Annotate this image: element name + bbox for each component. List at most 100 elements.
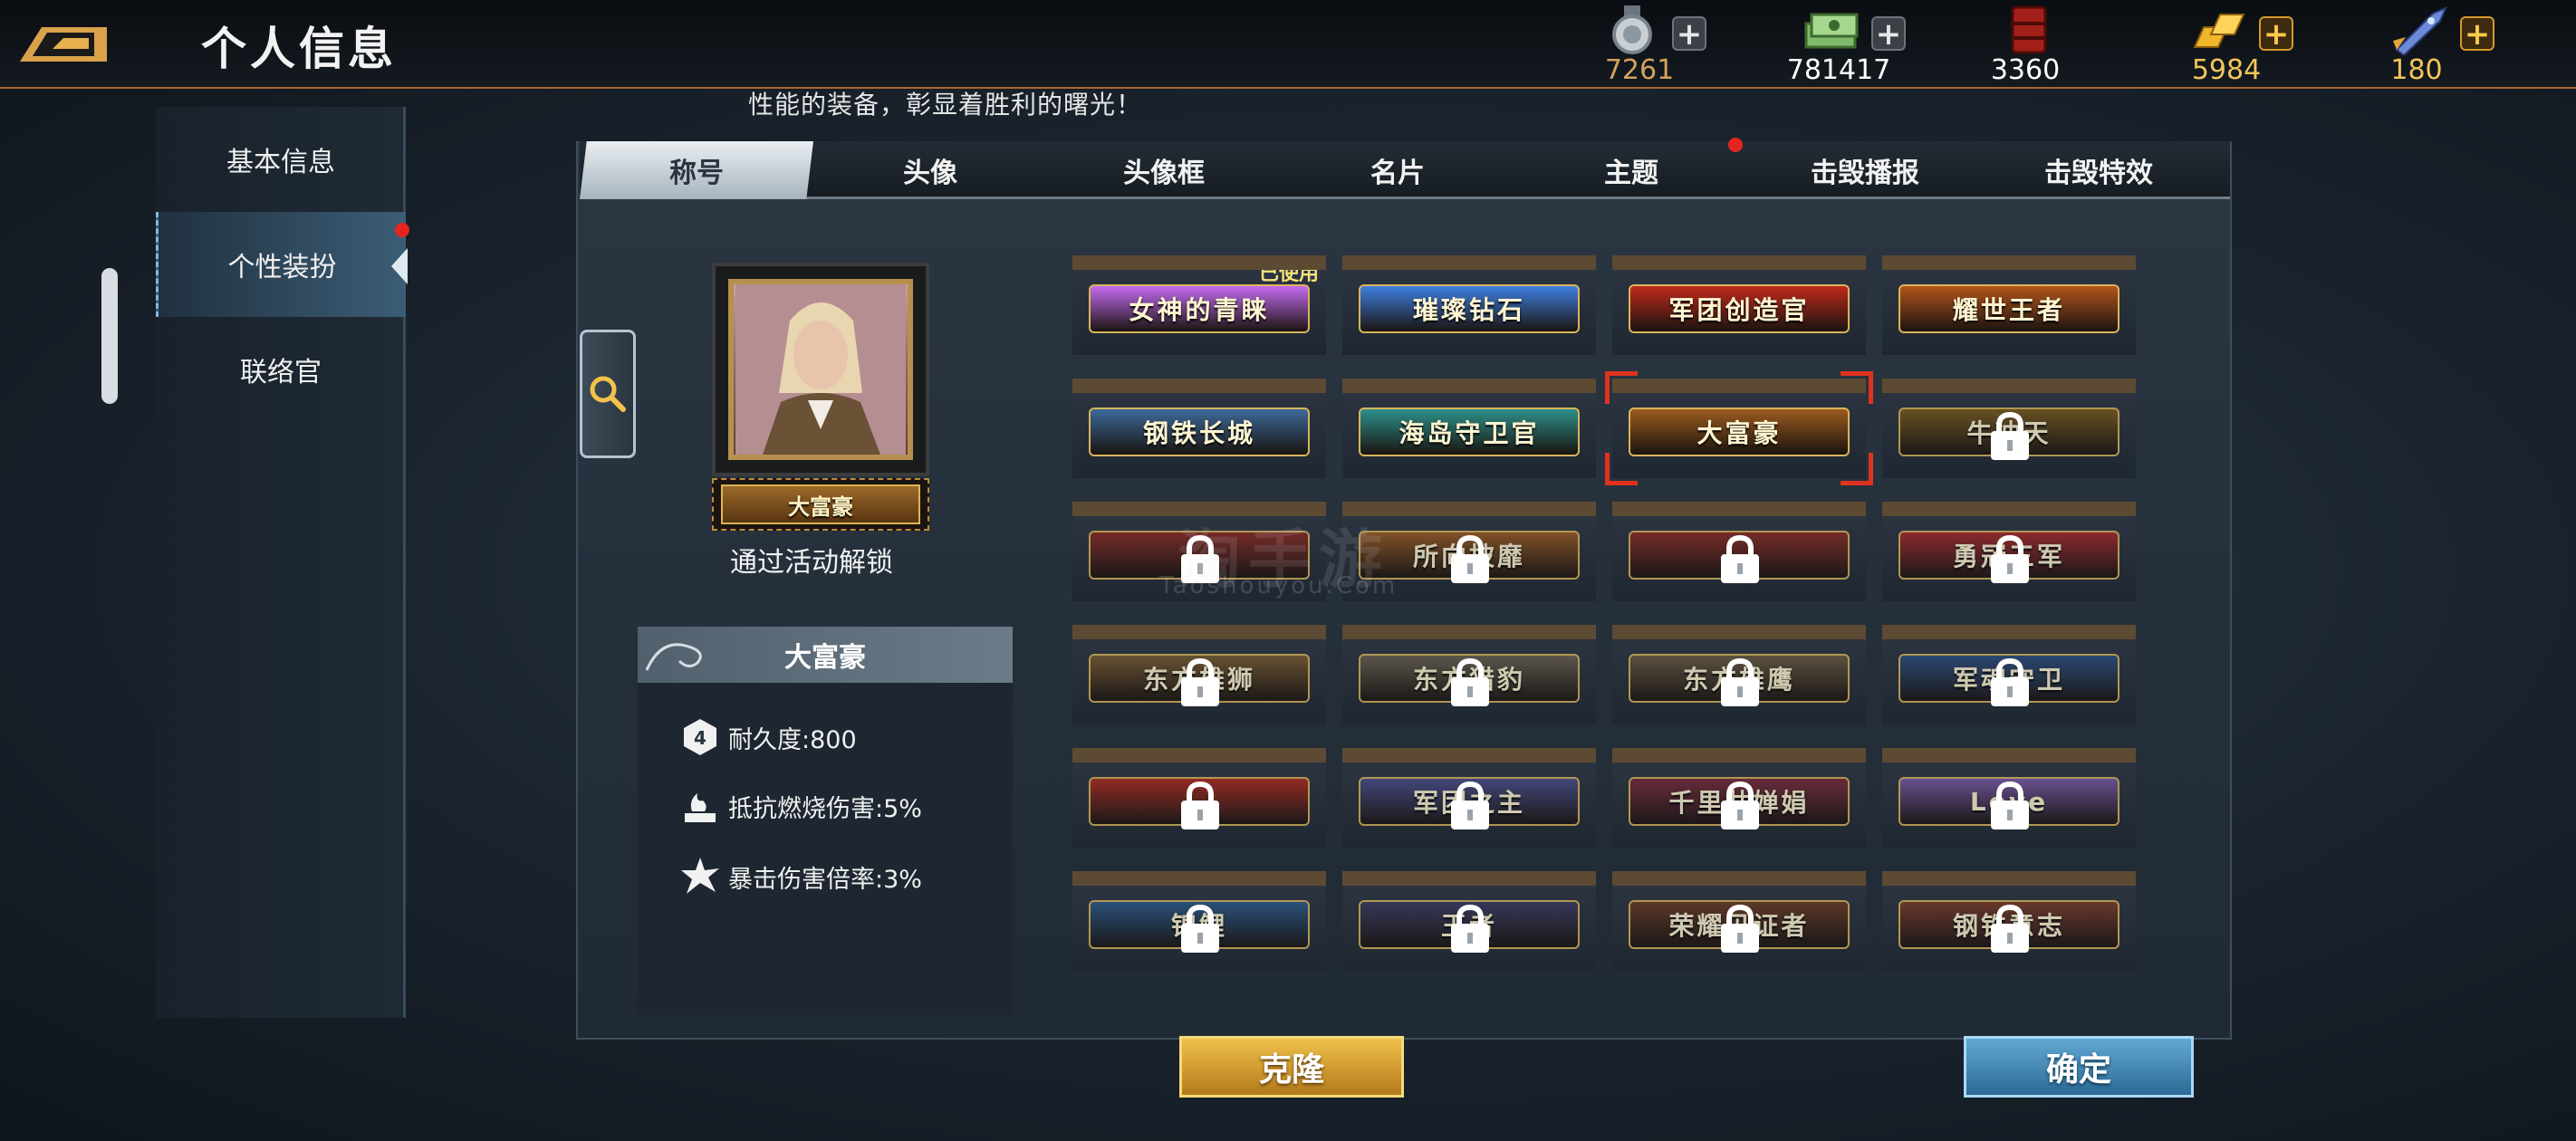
title-item[interactable]: 女神的青睐 已使用 [1072, 255, 1326, 355]
unlock-hint: 通过活动解锁 [730, 547, 893, 579]
currency-value: 781417 [1786, 54, 1891, 86]
lock-icon [1181, 904, 1219, 953]
title-badge: 耀世王者 [1898, 284, 2119, 333]
back-button[interactable] [16, 18, 114, 67]
title-item[interactable]: 璀璨钻石 [1342, 255, 1596, 355]
lock-icon [1991, 657, 2029, 706]
title-item[interactable]: 军团之主 [1342, 748, 1596, 848]
stat-row: 4 耐久度:800 [678, 712, 857, 762]
critical-icon [678, 854, 723, 899]
lock-icon [1721, 657, 1759, 706]
watermark-url: Taoshouyou.Com [1159, 572, 1399, 599]
tab-label: 头像 [903, 158, 957, 189]
back-arrow-icon [20, 27, 107, 62]
sidebar-item-personalize[interactable]: 个性装扮 [156, 212, 408, 317]
title-badge: 钢铁长城 [1089, 408, 1310, 456]
title-item[interactable]: 大富豪 [1612, 379, 1866, 478]
title-item[interactable]: 钢铁意志 [1882, 871, 2136, 971]
add-gold-button[interactable]: + [2259, 16, 2293, 51]
title-item[interactable]: 东方雄狮 [1072, 625, 1326, 724]
lock-icon [1991, 904, 2029, 953]
lock-icon [1991, 781, 2029, 829]
currency-value: 180 [2390, 54, 2443, 86]
add-cash-button[interactable]: + [1871, 16, 1906, 51]
title-item[interactable] [1072, 748, 1326, 848]
avatar-preview [712, 263, 929, 476]
lock-icon [1721, 781, 1759, 829]
title-item[interactable]: 牛冲天 [1882, 379, 2136, 478]
top-bar: 个人信息 + 7261 + 781417 3360 + 5984 + 180 [0, 0, 2576, 89]
title-item[interactable]: 军魂守卫 [1882, 625, 2136, 724]
lock-icon [1181, 781, 1219, 829]
svg-text:4: 4 [694, 727, 706, 749]
title-badge: 女神的青睐 [1089, 284, 1310, 333]
sidebar-item-label: 基本信息 [226, 147, 335, 178]
lock-icon [1991, 534, 2029, 583]
title-item[interactable]: 东方猎豹 [1342, 625, 1596, 724]
active-pointer-icon [391, 248, 408, 284]
title-item[interactable]: 海岛守卫官 [1342, 379, 1596, 478]
fire-resist-icon [678, 783, 723, 829]
officer-portrait-icon [735, 284, 906, 455]
title-item[interactable]: 千里共婵娟 [1612, 748, 1866, 848]
title-badge: 大富豪 [1629, 408, 1850, 456]
attribute-panel: 大富豪 4 耐久度:800 抵抗燃烧伤害:5% 暴击伤害倍率:3% [638, 627, 1013, 1014]
tab-label: 主题 [1604, 158, 1658, 189]
confirm-button[interactable]: 确定 [1964, 1036, 2194, 1098]
sidebar-item-label: 个性装扮 [227, 252, 337, 283]
stat-row: 抵抗燃烧伤害:5% [678, 781, 922, 831]
clone-button[interactable]: 克隆 [1179, 1036, 1404, 1098]
notification-dot [395, 223, 409, 237]
in-use-tag: 已使用 [1258, 263, 1319, 285]
title-item[interactable]: 钢铁长城 [1072, 379, 1326, 478]
selection-corner [1605, 371, 1638, 404]
fuel-barrel-icon [2000, 4, 2058, 56]
title-item[interactable] [1612, 502, 1866, 601]
tab-kill-effect[interactable]: 击毁特效 [1982, 141, 2216, 199]
lock-icon [1451, 904, 1489, 953]
tab-avatar-frame[interactable]: 头像框 [1047, 141, 1281, 199]
selection-corner [1605, 453, 1638, 485]
magnifier-icon [590, 376, 626, 412]
title-item[interactable]: 锦鲤 [1072, 871, 1326, 971]
lock-icon [1451, 781, 1489, 829]
tab-label: 称号 [669, 158, 724, 189]
silver-medal-icon [1603, 4, 1661, 56]
currency-value: 3360 [1990, 54, 2061, 86]
add-rocket-button[interactable]: + [2460, 16, 2494, 51]
preview-button[interactable] [580, 330, 636, 458]
title-item[interactable]: 勇冠三军 [1882, 502, 2136, 601]
tab-name-card[interactable]: 名片 [1281, 141, 1514, 199]
lock-icon [1721, 904, 1759, 953]
title-badge: 海岛守卫官 [1359, 408, 1580, 456]
title-item[interactable]: 荣耀见证者 [1612, 871, 1866, 971]
title-item[interactable]: 耀世王者 [1882, 255, 2136, 355]
add-medal-button[interactable]: + [1672, 16, 1706, 51]
preview-title-text: 大富豪 [721, 484, 920, 524]
stat-label: 暴击伤害倍率:3% [728, 865, 922, 894]
title-badge: 军团创造官 [1629, 284, 1850, 333]
preview-title-badge: 大富豪 [712, 478, 929, 531]
tab-theme[interactable]: 主题 [1514, 141, 1748, 199]
sidebar-item-basic-info[interactable]: 基本信息 [156, 107, 406, 212]
title-item[interactable]: 军团创造官 [1612, 255, 1866, 355]
sidebar-item-liaison[interactable]: 联络官 [156, 317, 406, 422]
title-item[interactable]: 东方雄鹰 [1612, 625, 1866, 724]
avatar [728, 279, 913, 460]
tab-kill-broadcast[interactable]: 击毁播报 [1748, 141, 1982, 199]
gold-bars-icon [2190, 4, 2248, 56]
tab-bar: 称号 头像 头像框 名片 主题 击毁播报 击毁特效 [580, 141, 2230, 199]
tab-title[interactable]: 称号 [580, 141, 813, 199]
stat-row: 暴击伤害倍率:3% [678, 851, 922, 902]
sidebar: 基本信息 个性装扮 联络官 [156, 107, 408, 1018]
title-item[interactable]: 王者 [1342, 871, 1596, 971]
attribute-title-text: 大富豪 [784, 642, 866, 674]
description-caption: 性能的装备，彰显着胜利的曙光！ [748, 90, 1143, 120]
tab-label: 击毁特效 [2044, 158, 2153, 189]
tab-label: 头像框 [1123, 158, 1205, 189]
tab-avatar[interactable]: 头像 [813, 141, 1047, 199]
side-drawer-handle[interactable] [101, 268, 118, 404]
theme-notification-dot [1728, 138, 1743, 152]
title-item[interactable]: Love [1882, 748, 2136, 848]
stat-label: 抵抗燃烧伤害:5% [728, 794, 922, 823]
